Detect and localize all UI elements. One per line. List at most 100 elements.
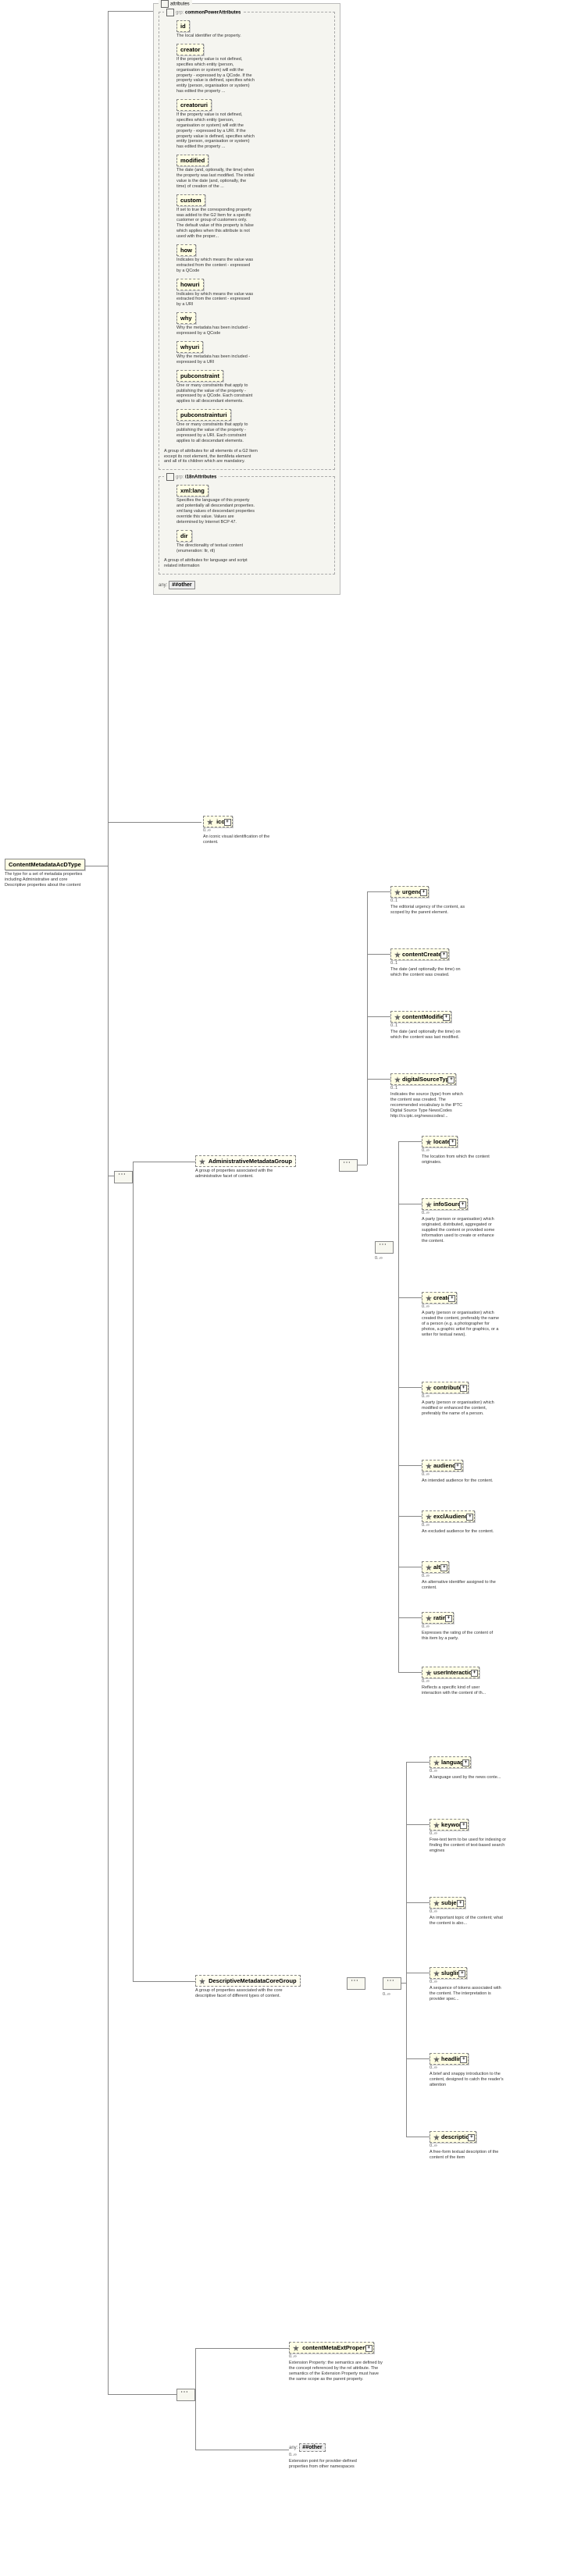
attr-box: creatoruri (176, 99, 212, 111)
attribute-item: xml:lang Specifies the language of this … (176, 485, 330, 525)
final-any-other: any: ##other 0..∞ Extension point for pr… (289, 2443, 398, 2470)
root-element-box: ContentMetadataAcDType (5, 859, 85, 870)
attribute-item: why Why the metadata has been included -… (176, 312, 330, 336)
attribute-item: custom If set to true the corresponding … (176, 194, 330, 240)
element-box: language + (430, 1756, 471, 1768)
attribute-item: creatoruri If the property value is not … (176, 99, 330, 150)
admin-child-rating: rating + 0..∞ Expresses the rating of th… (422, 1612, 531, 1642)
admin-child-altId: altId + 0..∞ An alternative identifier a… (422, 1561, 531, 1591)
i18n-footer: A group of attributes for language and s… (164, 558, 258, 569)
attr-desc: If the property value is not defined, sp… (176, 57, 255, 94)
expand-icon[interactable]: + (471, 1670, 478, 1677)
group-icon (166, 9, 174, 16)
attr-box: custom (176, 194, 205, 206)
attr-box: how (176, 244, 196, 256)
common-power-attributes-group: grp: commonPowerAttributes id The local … (159, 12, 335, 470)
i18n-attributes-group: grp: i18nAttributes xml:lang Specifies t… (159, 476, 335, 575)
ext-sequence (176, 2389, 195, 2403)
attr-box: dir (176, 530, 192, 542)
icon-node: icon + 0..∞ An iconic visual identificat… (203, 816, 297, 845)
attr-desc: Specifies the language of this property … (176, 498, 255, 525)
admin-child-audience: audience + 0..∞ An intended audience for… (422, 1460, 531, 1484)
attr-desc: Why the metadata has been included - exp… (176, 326, 255, 336)
gear-icon (426, 1139, 432, 1145)
gear-icon (394, 889, 401, 895)
expand-icon[interactable]: + (449, 1139, 456, 1146)
expand-icon[interactable]: + (443, 1014, 450, 1021)
expand-icon[interactable]: + (454, 1463, 462, 1470)
element-box: headline + (430, 2053, 469, 2065)
admin-child-contributor: contributor + 0..∞ A party (person or or… (422, 1382, 531, 1417)
admin-child-contentModified: contentModified + 0..1 The date (and opt… (390, 1011, 500, 1041)
desc-sequence2: 0..∞ (383, 1977, 401, 1997)
expand-icon[interactable]: + (365, 2345, 372, 2352)
gear-icon (293, 2345, 299, 2351)
gear-icon (426, 1564, 432, 1571)
expand-icon[interactable]: + (468, 2134, 475, 2141)
attribute-item: whyuri Why the metadata has been include… (176, 341, 330, 365)
desc-child-keyword: keyword + 0..∞ Free-text term to be used… (430, 1819, 539, 1854)
root-element-name: ContentMetadataAcDType (9, 861, 81, 868)
descriptive-metadata-group: DescriptiveMetadataCoreGroup A group of … (195, 1975, 336, 1999)
element-box: contentModified + (390, 1011, 451, 1023)
group-icon (166, 473, 174, 481)
attr-desc: Indicates by which means the value was e… (176, 258, 255, 274)
desc-child-subject: subject + 0..∞ An important topic of the… (430, 1897, 539, 1927)
expand-icon[interactable]: + (447, 1076, 454, 1083)
element-box: rating + (422, 1612, 454, 1624)
attr-desc: The local identifier of the property. (176, 34, 255, 39)
expand-icon[interactable]: + (440, 952, 447, 959)
desc-sequence (347, 1977, 365, 1991)
attribute-item: how Indicates by which means the value w… (176, 244, 330, 274)
expand-icon[interactable]: + (462, 1759, 469, 1767)
attr-box: howuri (176, 279, 204, 290)
admin-child-digitalSourceType: digitalSourceType + 0..1 Indicates the s… (390, 1073, 500, 1119)
expand-icon[interactable]: + (224, 819, 231, 826)
admin-child-contentCreated: contentCreated + 0..1 The date (and opti… (390, 948, 500, 978)
desc-child-description: description + 0..∞ A free-form textual d… (430, 2131, 539, 2161)
gear-icon (394, 1076, 401, 1083)
attr-box: creator (176, 44, 204, 55)
expand-icon[interactable]: + (460, 2056, 467, 2063)
expand-icon[interactable]: + (448, 1295, 455, 1302)
expand-icon[interactable]: + (440, 1564, 447, 1571)
expand-icon[interactable]: + (457, 1900, 464, 1907)
gear-icon (199, 1158, 205, 1165)
attr-box: whyuri (176, 341, 203, 353)
element-box: keyword + (430, 1819, 469, 1831)
admin-child-infoSource: infoSource + 0..∞ A party (person or org… (422, 1198, 531, 1244)
gear-icon (394, 1014, 401, 1020)
element-box: userInteraction + (422, 1667, 479, 1678)
attr-box: why (176, 312, 196, 324)
element-box: slugline + (430, 1967, 467, 1979)
expand-icon[interactable]: + (459, 1201, 466, 1208)
expand-icon[interactable]: + (458, 1970, 465, 1977)
attribute-item: creator If the property value is not def… (176, 44, 330, 94)
attribute-item: id The local identifier of the property. (176, 20, 330, 39)
attributes-container: attributes grp: commonPowerAttributes id… (153, 3, 340, 595)
any-other-attribute: any: ##other (159, 581, 335, 589)
attr-box: id (176, 20, 190, 32)
attribute-item: howuri Indicates by which means the valu… (176, 279, 330, 308)
expand-icon[interactable]: + (445, 1615, 452, 1622)
gear-icon (433, 1759, 440, 1766)
expand-icon[interactable]: + (460, 1822, 467, 1829)
admin-child-located: located + 0..∞ The location from which t… (422, 1136, 531, 1165)
root-desc: The type for a set of metadata propertie… (5, 872, 83, 888)
expand-icon[interactable]: + (420, 889, 427, 896)
attr-box: xml:lang (176, 485, 209, 496)
content-meta-ext-property: contentMetaExtProperty + 0..∞ Extension … (289, 2342, 414, 2382)
gear-icon (199, 1978, 205, 1984)
gear-icon (433, 1970, 440, 1976)
expand-icon[interactable]: + (466, 1514, 473, 1521)
element-box: exclAudience + (422, 1510, 475, 1522)
gear-icon (426, 1385, 432, 1391)
gear-icon (207, 819, 213, 825)
expand-icon[interactable]: + (460, 1385, 467, 1392)
attr-desc: The directionality of textual content (e… (176, 543, 255, 554)
gear-icon (433, 1822, 440, 1828)
gear-icon (433, 2056, 440, 2062)
attributes-label: attributes (170, 2, 190, 7)
gear-icon (433, 1900, 440, 1906)
element-box: digitalSourceType + (390, 1073, 456, 1085)
